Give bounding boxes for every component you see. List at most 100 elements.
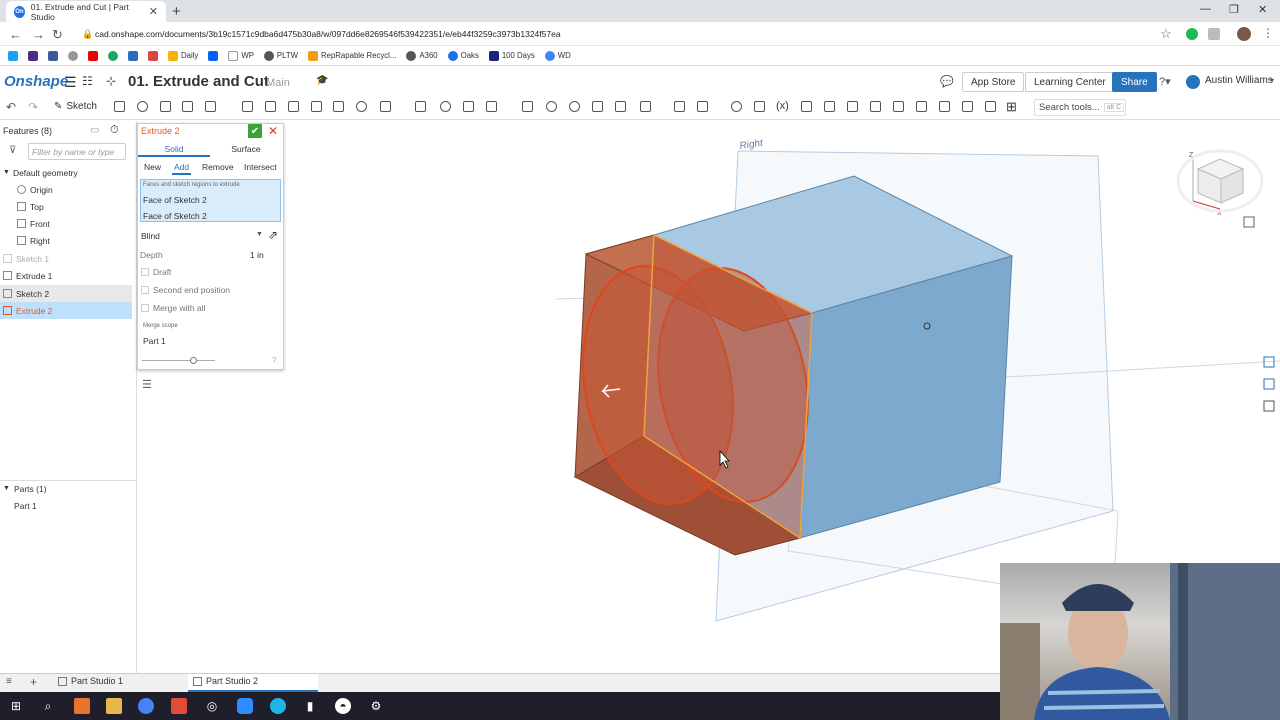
feature-list-toggle-icon[interactable]: ☰ — [142, 378, 152, 391]
tab-part-studio-1[interactable]: Part Studio 1 — [58, 676, 123, 686]
bookmark-wp[interactable]: WP — [228, 50, 254, 61]
video-camera-icon[interactable]: ▮ — [302, 698, 318, 714]
feature-extrude-2[interactable]: Extrude 2 — [0, 302, 132, 319]
revolve-tool-icon[interactable] — [137, 101, 148, 112]
reload-icon[interactable]: ↻ — [52, 27, 63, 43]
share-button[interactable]: Share — [1112, 72, 1157, 92]
hole-tool-icon[interactable] — [356, 101, 367, 112]
face-selection-2[interactable]: Face of Sketch 2 — [143, 211, 207, 221]
mate-connector-icon[interactable] — [674, 101, 685, 112]
app-store-button[interactable]: App Store — [962, 72, 1025, 92]
forward-icon[interactable]: → — [32, 27, 45, 42]
bookmark-wd[interactable]: WD — [544, 50, 571, 61]
form-icon[interactable] — [916, 101, 927, 112]
app-icon[interactable] — [270, 698, 286, 714]
feature-sketch-1[interactable]: Sketch 1 — [0, 250, 132, 267]
chrome-icon[interactable] — [138, 698, 154, 714]
app-icon[interactable]: ◓ — [335, 698, 351, 714]
tab-surface[interactable]: Surface — [210, 141, 282, 157]
modify-fillet-icon[interactable] — [546, 101, 557, 112]
op-intersect-button[interactable]: Intersect — [244, 162, 277, 172]
drive-bookmark-icon[interactable] — [108, 50, 118, 61]
loft-tool-icon[interactable] — [182, 101, 193, 112]
tab-close-icon[interactable]: ✕ — [149, 5, 158, 18]
offset-surface-icon[interactable] — [615, 101, 626, 112]
end-type-select[interactable]: Blind — [141, 231, 160, 241]
variable-icon[interactable]: (x) — [776, 100, 789, 112]
helix-tool-icon[interactable] — [697, 101, 708, 112]
default-geometry-folder[interactable]: ▼ Default geometry — [0, 164, 132, 181]
gmail-bookmark-icon[interactable] — [148, 50, 158, 61]
app-icon[interactable] — [74, 698, 90, 714]
feature-extrude-1[interactable]: Extrude 1 — [0, 267, 132, 284]
transform-tool-icon[interactable] — [486, 101, 497, 112]
sheet-metal-icon[interactable] — [824, 101, 835, 112]
learning-center-button[interactable]: Learning Center — [1025, 72, 1115, 92]
preview-slider-track[interactable] — [142, 360, 215, 361]
redo-icon[interactable]: ↷ — [28, 100, 38, 114]
display-mode-icon[interactable] — [1243, 216, 1255, 228]
clock-app-icon[interactable]: ◎ — [204, 698, 220, 714]
user-name[interactable]: Austin Williams — [1205, 75, 1273, 86]
fillet-tool-icon[interactable] — [242, 101, 253, 112]
restore-icon[interactable]: ❐ — [1229, 3, 1239, 16]
profile-avatar[interactable] — [1237, 27, 1251, 41]
merge-all-checkbox[interactable]: Merge with all — [141, 303, 205, 313]
comments-icon[interactable]: 💬 — [940, 75, 954, 88]
feature-origin[interactable]: Origin — [0, 181, 132, 198]
split-tool-icon[interactable] — [463, 101, 474, 112]
section-view-icon[interactable] — [754, 101, 765, 112]
versions-icon[interactable]: ⊹ — [106, 74, 116, 88]
graduation-cap-icon[interactable]: 🎓 — [316, 75, 328, 86]
plane-tool-icon[interactable] — [640, 101, 651, 112]
tab-tool-icon[interactable] — [870, 101, 881, 112]
configurations-panel-icon[interactable] — [1263, 400, 1275, 412]
draft-tool-icon[interactable] — [288, 101, 299, 112]
user-menu-chevron-icon[interactable]: ▾ — [1270, 76, 1274, 85]
extension-icon[interactable] — [1186, 28, 1198, 40]
depth-input[interactable]: 1 in — [250, 250, 264, 260]
merge-scope-value[interactable]: Part 1 — [143, 336, 166, 346]
delete-part-icon[interactable] — [522, 101, 533, 112]
move-face-icon[interactable] — [569, 101, 580, 112]
bookmark-daily[interactable]: Daily — [168, 50, 198, 61]
bookmark-icon[interactable] — [68, 50, 78, 61]
window-close-icon[interactable]: ✕ — [1258, 3, 1267, 16]
windows-start-icon[interactable]: ⊞ — [8, 698, 24, 714]
bookmark-oaks[interactable]: Oaks — [447, 50, 479, 61]
parts-folder[interactable]: ▼ Parts (1) — [0, 480, 132, 497]
user-avatar[interactable] — [1186, 75, 1200, 89]
document-title[interactable]: 01. Extrude and Cut — [128, 73, 269, 90]
new-tab-icon[interactable]: + — [172, 3, 181, 20]
second-end-checkbox[interactable]: Second end position — [141, 285, 230, 295]
cancel-x-icon[interactable]: ✕ — [268, 124, 278, 138]
onshape-logo[interactable]: Onshape — [4, 73, 68, 90]
sweep-tool-icon[interactable] — [160, 101, 171, 112]
feature-front-plane[interactable]: Front — [0, 215, 132, 232]
file-explorer-icon[interactable] — [106, 698, 122, 714]
back-icon[interactable]: ← — [9, 27, 22, 42]
branch-label[interactable]: Main — [266, 77, 290, 89]
bookmark-icon[interactable] — [48, 50, 58, 61]
bend-relief-icon[interactable] — [962, 101, 973, 112]
feature-top-plane[interactable]: Top — [0, 198, 132, 215]
flip-direction-icon[interactable]: ⇗ — [268, 228, 278, 242]
zoom-icon[interactable] — [237, 698, 253, 714]
accept-check-icon[interactable]: ✔ — [248, 124, 262, 138]
tab-solid[interactable]: Solid — [138, 141, 210, 157]
dialog-help-icon[interactable]: ? — [272, 356, 276, 365]
boolean-tool-icon[interactable] — [440, 101, 451, 112]
help-icon[interactable]: ?▾ — [1159, 75, 1171, 88]
rib-tool-icon[interactable] — [311, 101, 322, 112]
bookmark-reprapable[interactable]: RepRapable Recycl... — [308, 50, 396, 61]
search-icon[interactable]: ⌕ — [40, 698, 56, 714]
shell-tool-icon[interactable] — [333, 101, 344, 112]
op-remove-button[interactable]: Remove — [202, 162, 234, 172]
flange-icon[interactable] — [847, 101, 858, 112]
add-folder-icon[interactable]: ▭ — [90, 125, 99, 136]
bend-icon[interactable] — [893, 101, 904, 112]
pattern-tool-icon[interactable] — [380, 101, 391, 112]
feature-filter-input[interactable]: Filter by name or type — [28, 143, 126, 160]
url-field[interactable]: cad.onshape.com/documents/3b19c1571c9dba… — [95, 29, 561, 39]
workspace-list-icon[interactable]: ☷ — [82, 74, 93, 88]
